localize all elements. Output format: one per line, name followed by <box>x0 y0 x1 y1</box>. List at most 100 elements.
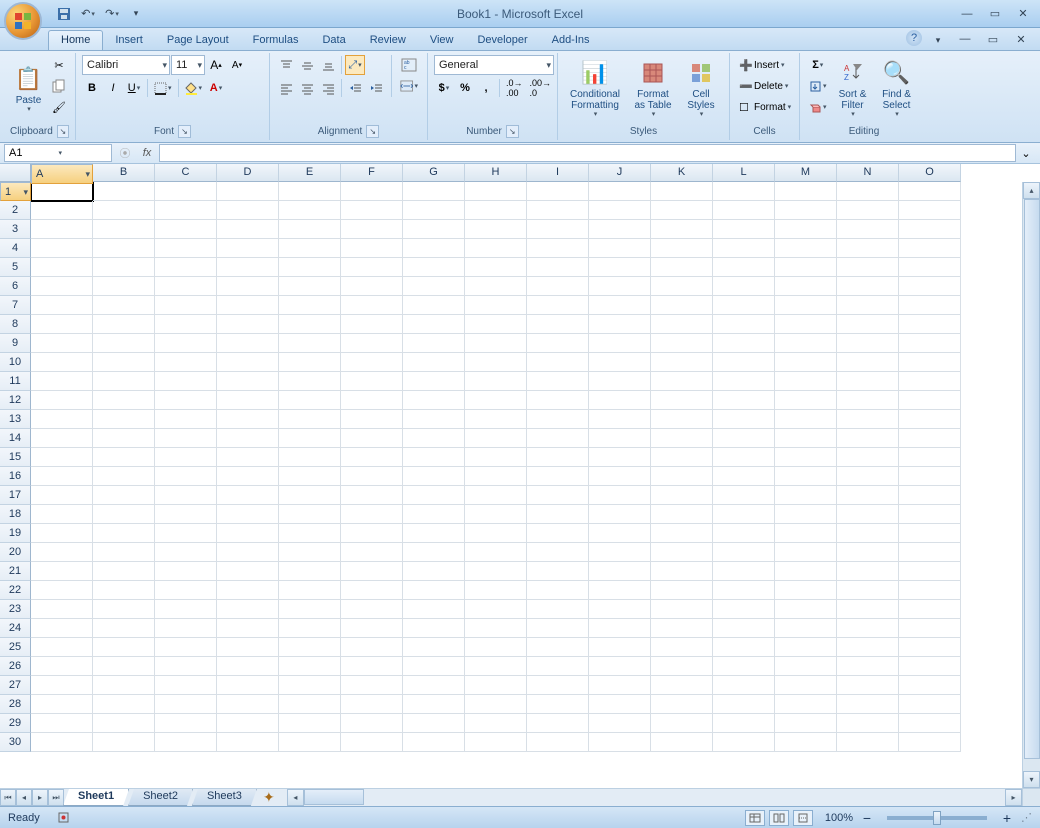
row-header-7[interactable]: 7 <box>0 296 31 315</box>
cell-A9[interactable] <box>31 334 93 353</box>
column-header-F[interactable]: F <box>341 164 403 182</box>
cell-F18[interactable] <box>341 505 403 524</box>
cell-J22[interactable] <box>589 581 651 600</box>
cell-E12[interactable] <box>279 391 341 410</box>
cell-F13[interactable] <box>341 410 403 429</box>
cell-O20[interactable] <box>899 543 961 562</box>
align-center-icon[interactable] <box>297 78 317 98</box>
cell-N24[interactable] <box>837 619 899 638</box>
row-header-2[interactable]: 2 <box>0 201 31 220</box>
cell-I9[interactable] <box>527 334 589 353</box>
cell-O15[interactable] <box>899 448 961 467</box>
cell-A1[interactable] <box>31 182 93 201</box>
cell-N26[interactable] <box>837 657 899 676</box>
cell-M16[interactable] <box>775 467 837 486</box>
cell-B29[interactable] <box>93 714 155 733</box>
office-button[interactable] <box>4 2 42 40</box>
cell-G28[interactable] <box>403 695 465 714</box>
cell-E3[interactable] <box>279 220 341 239</box>
scroll-down-icon[interactable]: ▾ <box>1023 771 1040 788</box>
insert-cells-button[interactable]: ➕Insert▾ <box>736 55 800 75</box>
next-sheet-icon[interactable]: ▸ <box>32 789 48 806</box>
cell-G22[interactable] <box>403 581 465 600</box>
cell-N2[interactable] <box>837 201 899 220</box>
cell-C14[interactable] <box>155 429 217 448</box>
cell-F22[interactable] <box>341 581 403 600</box>
cell-C19[interactable] <box>155 524 217 543</box>
cell-K9[interactable] <box>651 334 713 353</box>
column-header-L[interactable]: L <box>713 164 775 182</box>
cell-C5[interactable] <box>155 258 217 277</box>
cell-C29[interactable] <box>155 714 217 733</box>
row-header-21[interactable]: 21 <box>0 562 31 581</box>
cell-B25[interactable] <box>93 638 155 657</box>
cell-D30[interactable] <box>217 733 279 752</box>
cell-C2[interactable] <box>155 201 217 220</box>
row-header-4[interactable]: 4 <box>0 239 31 258</box>
cell-A11[interactable] <box>31 372 93 391</box>
cell-B11[interactable] <box>93 372 155 391</box>
cell-N19[interactable] <box>837 524 899 543</box>
cell-B1[interactable] <box>93 182 155 201</box>
row-header-15[interactable]: 15 <box>0 448 31 467</box>
cell-G3[interactable] <box>403 220 465 239</box>
new-sheet-icon[interactable]: ✦ <box>257 789 281 806</box>
cell-E29[interactable] <box>279 714 341 733</box>
cell-A6[interactable] <box>31 277 93 296</box>
cell-J11[interactable] <box>589 372 651 391</box>
cell-D9[interactable] <box>217 334 279 353</box>
cell-J7[interactable] <box>589 296 651 315</box>
cell-J16[interactable] <box>589 467 651 486</box>
row-header-26[interactable]: 26 <box>0 657 31 676</box>
cell-L9[interactable] <box>713 334 775 353</box>
cell-K12[interactable] <box>651 391 713 410</box>
cell-L24[interactable] <box>713 619 775 638</box>
cell-N21[interactable] <box>837 562 899 581</box>
zoom-handle[interactable] <box>933 811 941 825</box>
cell-M20[interactable] <box>775 543 837 562</box>
comma-icon[interactable]: , <box>476 78 496 98</box>
cell-H20[interactable] <box>465 543 527 562</box>
cell-O9[interactable] <box>899 334 961 353</box>
cell-E18[interactable] <box>279 505 341 524</box>
cell-M23[interactable] <box>775 600 837 619</box>
vertical-scrollbar[interactable]: ▴ ▾ <box>1022 182 1040 788</box>
cell-F26[interactable] <box>341 657 403 676</box>
cell-N17[interactable] <box>837 486 899 505</box>
font-launcher[interactable]: ↘ <box>178 125 191 138</box>
cell-O5[interactable] <box>899 258 961 277</box>
cell-G17[interactable] <box>403 486 465 505</box>
cell-K22[interactable] <box>651 581 713 600</box>
cell-G24[interactable] <box>403 619 465 638</box>
workbook-restore-button[interactable]: ▭ <box>982 30 1004 48</box>
cell-F4[interactable] <box>341 239 403 258</box>
cell-D5[interactable] <box>217 258 279 277</box>
cell-K10[interactable] <box>651 353 713 372</box>
cell-J5[interactable] <box>589 258 651 277</box>
cell-B22[interactable] <box>93 581 155 600</box>
cell-B15[interactable] <box>93 448 155 467</box>
cell-A14[interactable] <box>31 429 93 448</box>
cell-A22[interactable] <box>31 581 93 600</box>
cell-H16[interactable] <box>465 467 527 486</box>
cell-I23[interactable] <box>527 600 589 619</box>
zoom-out-icon[interactable]: − <box>857 808 877 828</box>
cell-D8[interactable] <box>217 315 279 334</box>
cell-G14[interactable] <box>403 429 465 448</box>
cell-H29[interactable] <box>465 714 527 733</box>
bold-icon[interactable]: B <box>82 78 102 98</box>
cell-K29[interactable] <box>651 714 713 733</box>
cell-I28[interactable] <box>527 695 589 714</box>
cell-E8[interactable] <box>279 315 341 334</box>
cell-I11[interactable] <box>527 372 589 391</box>
cell-D2[interactable] <box>217 201 279 220</box>
cell-L29[interactable] <box>713 714 775 733</box>
column-header-E[interactable]: E <box>279 164 341 182</box>
cell-M7[interactable] <box>775 296 837 315</box>
column-header-N[interactable]: N <box>837 164 899 182</box>
cell-O23[interactable] <box>899 600 961 619</box>
cell-F10[interactable] <box>341 353 403 372</box>
cell-D16[interactable] <box>217 467 279 486</box>
cell-O4[interactable] <box>899 239 961 258</box>
cell-L28[interactable] <box>713 695 775 714</box>
